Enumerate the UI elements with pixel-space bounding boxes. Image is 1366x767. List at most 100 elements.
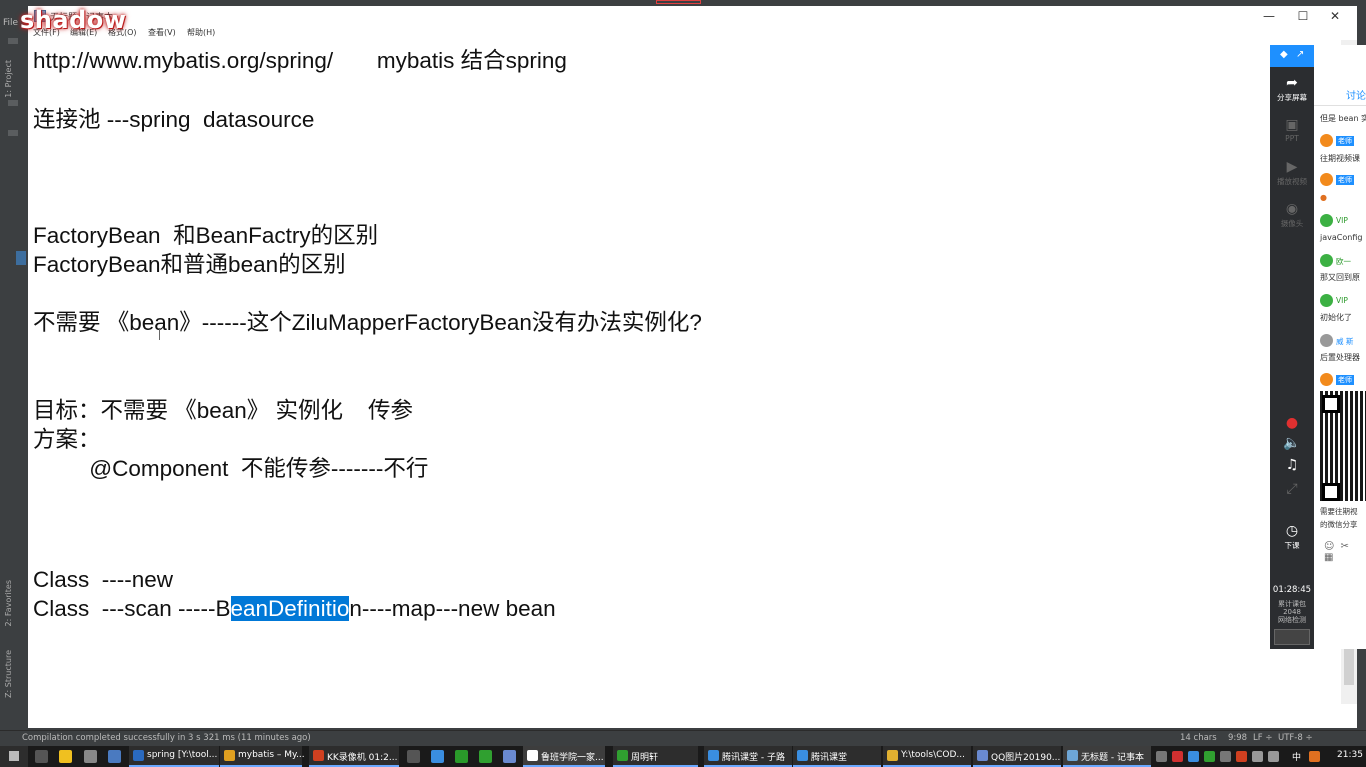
stat-label: 累计课包 <box>1278 600 1306 608</box>
input-language[interactable]: 中 <box>1292 750 1301 763</box>
project-tool-tab[interactable]: 1: Project <box>4 60 13 98</box>
pinned-app-icon[interactable] <box>59 750 72 763</box>
taskbar-item-label: QQ图片20190... <box>991 753 1061 763</box>
start-button[interactable] <box>0 746 28 767</box>
tray-app-icon[interactable] <box>1188 751 1199 762</box>
qr-note: 的微信分享 <box>1320 520 1358 529</box>
share-screen-button[interactable]: ➦ 分享屏幕 <box>1270 75 1314 103</box>
taskbar-item-label: KK录像机 01:2... <box>327 753 398 763</box>
qr-finder <box>1322 483 1340 501</box>
taskbar-item[interactable]: 周明轩 <box>613 746 698 767</box>
structure-tool-tab[interactable]: Z: Structure <box>4 650 13 698</box>
pin-icon[interactable]: ◆ <box>1280 49 1288 60</box>
ide-toolbar-icon[interactable] <box>8 38 18 44</box>
play-video-button[interactable]: ▶ 播放视频 <box>1270 159 1314 187</box>
minimize-button[interactable]: — <box>1254 8 1284 24</box>
notepad-menubar: 文件(F) 编辑(E) 格式(O) 查看(V) 帮助(H) <box>28 26 1357 40</box>
ide-left-toolstrip: File 1: Project 2: Favorites Z: Structur… <box>0 0 28 730</box>
tencent-classroom-icon <box>708 750 719 761</box>
selected-text[interactable]: eanDefinitio <box>230 596 350 621</box>
network-check-link[interactable]: 网络检测 <box>1270 616 1314 624</box>
close-button[interactable]: ✕ <box>1320 8 1350 24</box>
end-class-icon: ◷ <box>1285 523 1299 539</box>
taskbar-item[interactable]: 腾讯课堂 - 子路 <box>704 746 792 767</box>
pinned-app-icon[interactable] <box>503 750 516 763</box>
text-line: FactoryBean和普通bean的区别 <box>33 252 346 277</box>
line-separator[interactable]: LF ÷ <box>1253 733 1272 743</box>
ide-file-menu[interactable]: File <box>3 18 18 28</box>
pinned-app-icon[interactable] <box>84 750 97 763</box>
text-line: 目标：不需要 《bean》 实例化 传参 <box>33 398 414 423</box>
ime-icon[interactable] <box>1309 751 1320 762</box>
taskbar-item[interactable]: 鲁班学院一家... <box>523 746 605 767</box>
chat-toolbar: ☺✂▦ <box>1324 541 1366 563</box>
notepad-titlebar[interactable]: 无标题 - 记事本 — ☐ ✕ <box>28 6 1357 26</box>
music-button[interactable]: ♫ <box>1270 457 1314 474</box>
tray-app-icon[interactable] <box>1172 751 1183 762</box>
scissors-icon[interactable]: ✂ <box>1340 541 1354 552</box>
ide-toolbar-icon[interactable] <box>8 100 18 106</box>
menu-help[interactable]: 帮助(H) <box>187 27 215 38</box>
tray-chevron-icon[interactable] <box>1156 751 1167 762</box>
fullscreen-button[interactable]: ⤢ <box>1270 481 1314 498</box>
image-icon[interactable]: ▦ <box>1324 552 1339 563</box>
taskbar-item-label: spring [Y:\tool... <box>147 750 218 760</box>
notepad-text-area[interactable]: http://www.mybatis.org/spring/ mybatis 结… <box>33 40 1333 690</box>
speaker-icon: 🔈 <box>1283 435 1301 451</box>
chat-message: javaConfig <box>1320 233 1363 242</box>
menu-view[interactable]: 查看(V) <box>148 27 176 38</box>
recording-region-indicator <box>656 0 701 4</box>
tab-discussion[interactable]: 讨论 <box>1346 87 1366 102</box>
taskbar-item-label: 无标题 - 记事本 <box>1081 753 1144 763</box>
build-status[interactable]: Compilation completed successfully in 3 … <box>22 733 311 743</box>
pinned-app-icon[interactable] <box>407 750 420 763</box>
chat-message: 往期视频课 <box>1320 154 1360 163</box>
pinned-app-icon[interactable] <box>431 750 444 763</box>
pinned-app-icon[interactable] <box>35 750 48 763</box>
mic-button[interactable]: ● <box>1270 415 1314 432</box>
favorites-tool-tab[interactable]: 2: Favorites <box>4 580 13 626</box>
class-timer: 01:28:45 <box>1272 585 1312 595</box>
user-name: VIP <box>1336 216 1348 225</box>
browser-icon <box>527 750 538 761</box>
network-icon[interactable] <box>1252 751 1263 762</box>
avatar <box>1320 134 1333 147</box>
volume-icon[interactable] <box>1268 751 1279 762</box>
text-line: 方案： <box>33 427 101 452</box>
divider <box>1314 105 1366 106</box>
ppt-button[interactable]: ▣ PPT <box>1270 117 1314 143</box>
emoji-icon[interactable]: ☺ <box>1324 541 1340 552</box>
taskbar-item[interactable]: QQ图片20190... <box>973 746 1061 767</box>
taskbar-item[interactable]: Y:\tools\COD... <box>883 746 971 767</box>
pinned-app-icon[interactable] <box>455 750 468 763</box>
ide-toolbar-icon[interactable] <box>8 130 18 136</box>
fullscreen-icon: ⤢ <box>1286 481 1298 497</box>
taskbar-item[interactable]: KK录像机 01:2... <box>309 746 399 767</box>
camera-button[interactable]: ◉ 摄像头 <box>1270 201 1314 229</box>
pinned-app-icon[interactable] <box>479 750 492 763</box>
file-encoding[interactable]: UTF-8 ÷ <box>1278 733 1313 743</box>
intellij-icon <box>133 750 144 761</box>
cursor-position[interactable]: 9:98 <box>1228 733 1247 743</box>
speaker-button[interactable]: 🔈 <box>1270 435 1314 452</box>
mouse-ibeam-cursor <box>159 328 160 340</box>
end-class-button[interactable]: ◷ 下课 <box>1270 523 1314 551</box>
class-stats: 累计课包 2048 网络检测 <box>1270 600 1314 624</box>
popout-icon[interactable]: ↗ <box>1296 49 1304 60</box>
taskbar-item[interactable]: 腾讯课堂 <box>793 746 881 767</box>
tray-app-icon[interactable] <box>1204 751 1215 762</box>
discussion-panel: 讨论 但是 bean 实 老师 往期视频课 老师 ● VIP javaConfi… <box>1314 45 1366 649</box>
text-line: Class ---scan -----BeanDefinition----map… <box>33 596 556 622</box>
taskbar-clock[interactable]: 21:35 <box>1337 750 1363 760</box>
tray-app-icon[interactable] <box>1236 751 1247 762</box>
tray-app-icon[interactable] <box>1220 751 1231 762</box>
taskbar-item[interactable]: 无标题 - 记事本 <box>1063 746 1151 767</box>
taskbar-item[interactable]: mybatis – My... <box>220 746 305 767</box>
notepad-window: 无标题 - 记事本 — ☐ ✕ 文件(F) 编辑(E) 格式(O) 查看(V) … <box>28 6 1357 728</box>
maximize-button[interactable]: ☐ <box>1288 8 1318 24</box>
qr-finder <box>1322 395 1340 413</box>
text-segment: n----map---new bean <box>349 596 556 621</box>
taskbar-item[interactable]: spring [Y:\tool... <box>129 746 219 767</box>
taskbar-item-label: 腾讯课堂 - 子路 <box>722 753 785 763</box>
pinned-app-icon[interactable] <box>108 750 121 763</box>
